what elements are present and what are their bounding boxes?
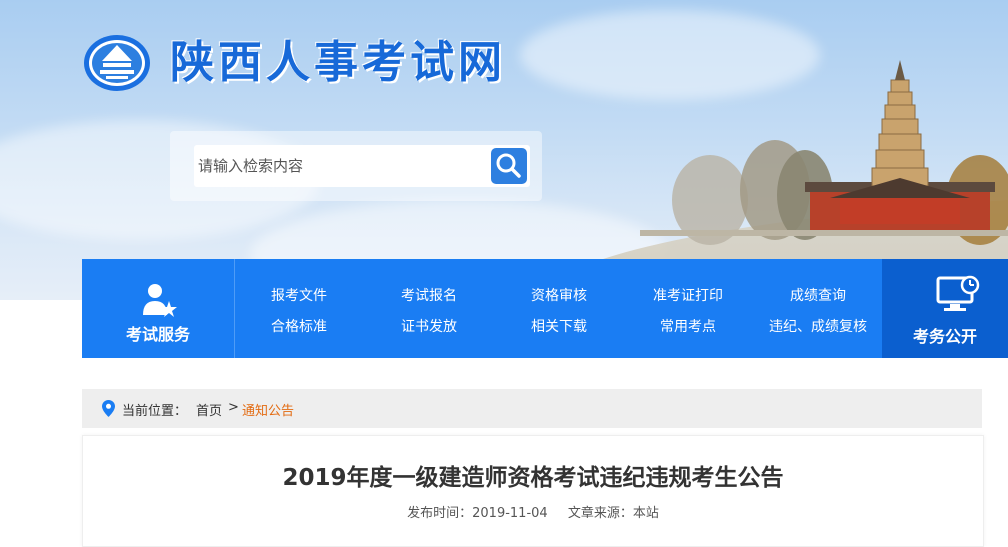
exam-service-panel[interactable]: 考试服务 [82, 259, 235, 358]
search-box [170, 131, 542, 201]
breadcrumb-separator: > [228, 400, 239, 415]
publish-info: 发布时间：2019-11-04 [407, 506, 548, 521]
breadcrumb: 当前位置： 首页 > 通知公告 [82, 389, 982, 428]
nav-link-exam-registration[interactable]: 考试报名 [401, 285, 457, 305]
site-title[interactable]: 陕西人事考试网 [170, 33, 506, 93]
main-nav: 考试服务 报考文件 考试报名 资格审核 准考证打印 成绩查询 合格标准 证书发放… [82, 259, 1008, 358]
nav-link-pass-standard[interactable]: 合格标准 [271, 316, 327, 336]
source-value: 本站 [632, 506, 659, 521]
nav-link-certificate-issue[interactable]: 证书发放 [401, 316, 457, 336]
nav-link-violation-review[interactable]: 违纪、成绩复核 [769, 316, 867, 336]
header-banner: 陕西人事考试网 [0, 0, 1008, 300]
nav-link-score-query[interactable]: 成绩查询 [790, 285, 846, 305]
exam-affairs-label: 考务公开 [912, 327, 977, 346]
exam-service-label: 考试服务 [125, 325, 190, 344]
source-info: 文章来源：本站 [568, 506, 659, 521]
breadcrumb-prefix: 当前位置： [122, 404, 188, 419]
article-panel: 2019年度一级建造师资格考试违纪违规考生公告 发布时间：2019-11-04 … [82, 435, 984, 547]
publish-date: 2019-11-04 [472, 506, 548, 521]
site-logo-icon[interactable] [82, 33, 152, 93]
nav-link-admission-ticket[interactable]: 准考证打印 [653, 285, 723, 305]
search-button[interactable] [488, 145, 530, 187]
breadcrumb-current-link[interactable]: 通知公告 [242, 400, 294, 419]
nav-link-qualification-review[interactable]: 资格审核 [531, 285, 587, 305]
nav-link-exam-documents[interactable]: 报考文件 [271, 285, 327, 305]
breadcrumb-home-link[interactable]: 首页 [196, 400, 222, 419]
nav-link-downloads[interactable]: 相关下载 [531, 316, 587, 336]
publish-label: 发布时间： [407, 506, 473, 521]
search-icon [496, 153, 521, 178]
exam-affairs-panel[interactable]: 考务公开 [882, 259, 1008, 358]
search-input[interactable] [194, 145, 488, 187]
article-meta: 发布时间：2019-11-04 文章来源：本站 [83, 502, 983, 521]
source-label: 文章来源： [567, 506, 633, 521]
user-service-icon [143, 284, 177, 317]
nav-link-exam-sites[interactable]: 常用考点 [660, 316, 716, 336]
monitor-clock-icon [936, 275, 980, 311]
location-pin-icon [102, 400, 115, 417]
article-title: 2019年度一级建造师资格考试违纪违规考生公告 [282, 465, 784, 491]
